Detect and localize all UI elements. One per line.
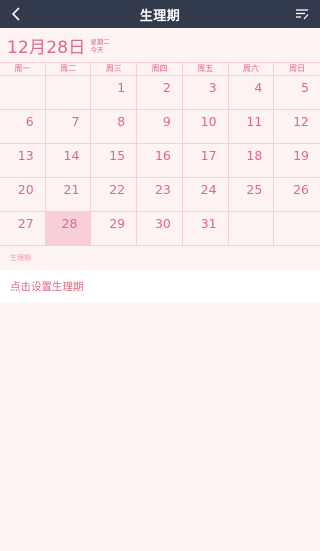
day-number: 2 [162, 80, 171, 95]
date-subtitle: 星期二 今天 [90, 38, 110, 54]
today-label: 今天 [90, 45, 104, 54]
date-header: 12月28日 星期二 今天 [0, 28, 320, 62]
calendar-day-5[interactable]: 5 [274, 76, 320, 110]
day-number: 10 [200, 114, 217, 129]
calendar-day-27[interactable]: 27 [0, 212, 46, 246]
calendar-day-7[interactable]: 7 [45, 110, 92, 144]
calendar-empty-cell [228, 212, 275, 246]
calendar-day-3[interactable]: 3 [182, 76, 229, 110]
calendar-day-16[interactable]: 16 [137, 144, 183, 178]
set-period-button[interactable]: 点击设置生理期 [0, 270, 320, 303]
calendar-day-4[interactable]: 4 [228, 76, 275, 110]
weekday-label: 周四 [137, 63, 183, 75]
calendar-day-23[interactable]: 23 [137, 178, 183, 212]
calendar-day-6[interactable]: 6 [0, 110, 46, 144]
day-number: 4 [254, 80, 263, 95]
day-number: 30 [154, 216, 171, 231]
calendar-day-26[interactable]: 26 [274, 178, 320, 212]
weekday-label: 周二 [46, 63, 92, 75]
calendar-day-9[interactable]: 9 [137, 110, 183, 144]
day-number: 26 [293, 182, 309, 197]
weekday-label: 周六 [229, 63, 275, 75]
day-number: 23 [154, 182, 171, 197]
day-number: 15 [109, 148, 126, 163]
calendar-day-30[interactable]: 30 [137, 212, 183, 246]
calendar-day-19[interactable]: 19 [274, 144, 320, 178]
weekday-label: 周日 [289, 64, 306, 73]
day-number: 19 [293, 148, 309, 163]
day-number: 3 [208, 80, 217, 95]
calendar-day-18[interactable]: 18 [228, 144, 275, 178]
top-bar: 生理期 [0, 0, 320, 28]
day-number: 5 [301, 80, 309, 95]
day-number: 29 [109, 216, 126, 231]
day-number: 13 [17, 148, 34, 163]
calendar-day-31[interactable]: 31 [182, 212, 229, 246]
calendar-day-20[interactable]: 20 [0, 178, 46, 212]
chevron-left-icon [11, 7, 20, 21]
day-number: 28 [61, 216, 78, 231]
list-edit-icon [296, 9, 309, 20]
calendar-day-17[interactable]: 17 [182, 144, 229, 178]
calendar-day-25[interactable]: 25 [228, 178, 275, 212]
day-number: 9 [162, 114, 171, 129]
section-label: 生理期 [10, 254, 31, 262]
day-number: 24 [200, 182, 217, 197]
calendar-empty-cell [0, 76, 46, 110]
day-number: 18 [246, 148, 263, 163]
calendar-day-1[interactable]: 1 [91, 76, 138, 110]
weekday-label: 周一 [0, 63, 46, 75]
current-date: 12月28日 [7, 37, 86, 58]
weekday-label: 周五 [183, 63, 229, 75]
day-number: 14 [63, 148, 80, 163]
day-number: 20 [17, 182, 34, 197]
weekday-label: 星期二 [90, 37, 110, 46]
calendar-day-15[interactable]: 15 [91, 144, 138, 178]
day-number: 31 [200, 216, 217, 231]
weekday-label: 周三 [91, 63, 138, 75]
day-number: 21 [63, 182, 80, 197]
menu-button[interactable] [292, 4, 312, 24]
calendar-day-12[interactable]: 12 [274, 110, 320, 144]
day-number: 11 [246, 114, 263, 129]
day-number: 17 [200, 148, 217, 163]
calendar-day-21[interactable]: 21 [45, 178, 92, 212]
day-number: 22 [109, 182, 126, 197]
calendar-day-11[interactable]: 11 [228, 110, 275, 144]
day-number: 16 [154, 148, 171, 163]
calendar-empty-cell [45, 76, 92, 110]
calendar-day-2[interactable]: 2 [137, 76, 183, 110]
calendar-day-10[interactable]: 10 [182, 110, 229, 144]
calendar-day-29[interactable]: 29 [91, 212, 138, 246]
day-number: 7 [71, 114, 80, 129]
calendar-empty-cell [274, 212, 320, 246]
day-number: 1 [117, 80, 126, 95]
page-title: 生理期 [139, 8, 181, 24]
day-number: 25 [246, 182, 263, 197]
set-period-label: 点击设置生理期 [10, 281, 84, 293]
day-number: 8 [117, 114, 126, 129]
calendar-day-28[interactable]: 28 [45, 212, 92, 246]
calendar-day-22[interactable]: 22 [91, 178, 138, 212]
day-number: 12 [293, 114, 309, 129]
calendar-day-14[interactable]: 14 [45, 144, 92, 178]
calendar-grid: 1 2 3 4 5 6 7 8 9 10 11 12 13 14 15 16 17 18 19 20 21 22 23 24 2… [0, 76, 320, 246]
calendar-day-24[interactable]: 24 [182, 178, 229, 212]
day-number: 27 [17, 216, 34, 231]
weekday-header: 周一 周二 周三 周四 周五 周六 周日 [0, 62, 320, 76]
day-number: 6 [25, 114, 34, 129]
calendar-day-13[interactable]: 13 [0, 144, 46, 178]
calendar-day-8[interactable]: 8 [91, 110, 138, 144]
back-button[interactable] [6, 4, 26, 24]
